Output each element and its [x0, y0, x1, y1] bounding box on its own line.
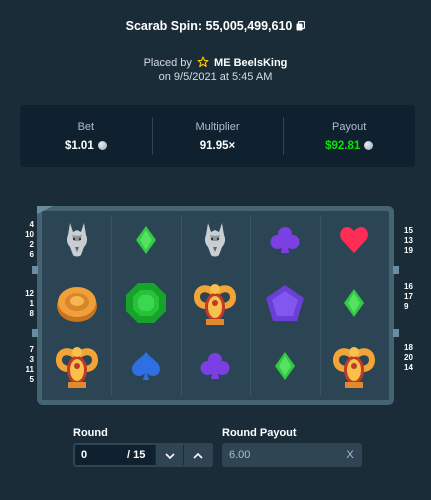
payline-number[interactable]: 5 [22, 375, 34, 385]
multiplier-value: 91.95× [199, 139, 236, 152]
board-notch [393, 329, 399, 337]
pentagon-gem-icon [265, 284, 305, 327]
payline-number[interactable]: 2 [22, 240, 34, 250]
star-icon [197, 56, 209, 71]
bet-label: Bet [77, 120, 95, 133]
reel-cell [42, 274, 111, 337]
reel-cell [181, 211, 250, 274]
club-icon [199, 351, 231, 386]
bet-title: Scarab Spin: 55,005,499,610 [0, 19, 431, 34]
diamond-icon [343, 288, 365, 323]
round-payout-label: Round Payout [222, 427, 297, 439]
reel-cell [181, 274, 250, 337]
wolf-icon [202, 221, 228, 264]
diamond-icon [135, 225, 157, 260]
emerald-icon [125, 282, 167, 329]
reel-cell [181, 337, 250, 400]
clear-button[interactable]: X [338, 449, 362, 461]
reel-cell [320, 211, 389, 274]
payout-label: Payout [332, 120, 367, 133]
scarab-icon [54, 342, 100, 395]
reel-cell [111, 274, 180, 337]
reel-cell [250, 274, 319, 337]
payline-numbers-right-top: 15 13 19 [404, 226, 418, 256]
round-value[interactable]: 0 [75, 449, 127, 461]
reel-grid [42, 211, 389, 400]
reel-cell [42, 211, 111, 274]
payout-value: $92.81 [325, 139, 361, 152]
payline-number[interactable]: 12 [22, 289, 34, 299]
payout-value-row: $92.81 [325, 139, 374, 152]
bet-value: $1.01 [64, 139, 94, 152]
currency-coin-icon [97, 141, 107, 150]
slot-board [32, 206, 399, 405]
placed-by-label: Placed by [143, 57, 192, 69]
copy-icon[interactable] [296, 20, 306, 34]
reel-cell [111, 337, 180, 400]
payline-number[interactable]: 15 [404, 226, 418, 236]
placed-by-line: Placed by ME BeelsKing [0, 56, 431, 71]
scarab-icon [331, 342, 377, 395]
payline-number[interactable]: 19 [404, 246, 418, 256]
username-link[interactable]: ME BeelsKing [214, 57, 287, 69]
stat-bet: Bet $1.01 [20, 105, 152, 167]
payline-number[interactable]: 7 [22, 345, 34, 355]
round-total: / 15 [127, 449, 146, 461]
stat-payout: Payout $92.81 [283, 105, 415, 167]
payline-numbers-left-mid: 12 1 8 [22, 289, 34, 319]
payline-number[interactable]: 18 [404, 343, 418, 353]
reel-cell [250, 337, 319, 400]
round-down-button[interactable] [155, 445, 183, 465]
wolf-icon [64, 221, 90, 264]
payline-number[interactable]: 1 [22, 299, 34, 309]
payline-number[interactable]: 10 [22, 230, 34, 240]
chevron-down-icon [164, 446, 175, 464]
payline-number[interactable]: 16 [404, 282, 418, 292]
round-up-button[interactable] [183, 445, 211, 465]
round-payout-value: 6.00 [229, 449, 251, 461]
payline-number[interactable]: 6 [22, 250, 34, 260]
spade-icon [131, 351, 161, 386]
scarab-icon [192, 279, 238, 332]
bet-stats-panel: Bet $1.01 Multiplier 91.95× Payout $92.8… [20, 105, 415, 167]
reel-cell [111, 211, 180, 274]
payline-number[interactable]: 20 [404, 353, 418, 363]
bet-title-text: Scarab Spin: 55,005,499,610 [125, 19, 293, 33]
reel-cell [320, 337, 389, 400]
payline-number[interactable]: 8 [22, 309, 34, 319]
round-stepper[interactable]: 0 / 15 [73, 443, 213, 467]
coin-icon [55, 282, 99, 329]
chevron-up-icon [192, 446, 203, 464]
bet-date: on 9/5/2021 at 5:45 AM [158, 71, 273, 83]
reel-cell [320, 274, 389, 337]
payline-number[interactable]: 14 [404, 363, 418, 373]
diamond-icon [274, 351, 296, 386]
payline-number[interactable]: 11 [22, 365, 34, 375]
currency-coin-icon [364, 141, 374, 150]
round-payout-field[interactable]: 6.00 X [222, 443, 362, 467]
payline-number[interactable]: 9 [404, 302, 418, 312]
payline-numbers-right-mid: 16 17 9 [404, 282, 418, 312]
payline-number[interactable]: 3 [22, 355, 34, 365]
payline-numbers-left-top: 4 10 2 6 [22, 220, 34, 260]
multiplier-label: Multiplier [195, 120, 240, 133]
heart-icon [339, 226, 369, 259]
payline-numbers-left-bottom: 7 3 11 5 [22, 345, 34, 385]
board-notch [32, 329, 38, 337]
payline-number[interactable]: 4 [22, 220, 34, 230]
reel-cell [250, 211, 319, 274]
bet-value-row: $1.01 [65, 140, 107, 152]
stat-multiplier: Multiplier 91.95× [151, 105, 284, 167]
payline-numbers-right-bottom: 18 20 14 [404, 343, 418, 373]
round-label: Round [73, 427, 108, 439]
payline-number[interactable]: 17 [404, 292, 418, 302]
club-icon [269, 225, 301, 260]
board-notch [393, 266, 399, 274]
board-notch [32, 266, 38, 274]
reel-cell [42, 337, 111, 400]
payline-number[interactable]: 13 [404, 236, 418, 246]
